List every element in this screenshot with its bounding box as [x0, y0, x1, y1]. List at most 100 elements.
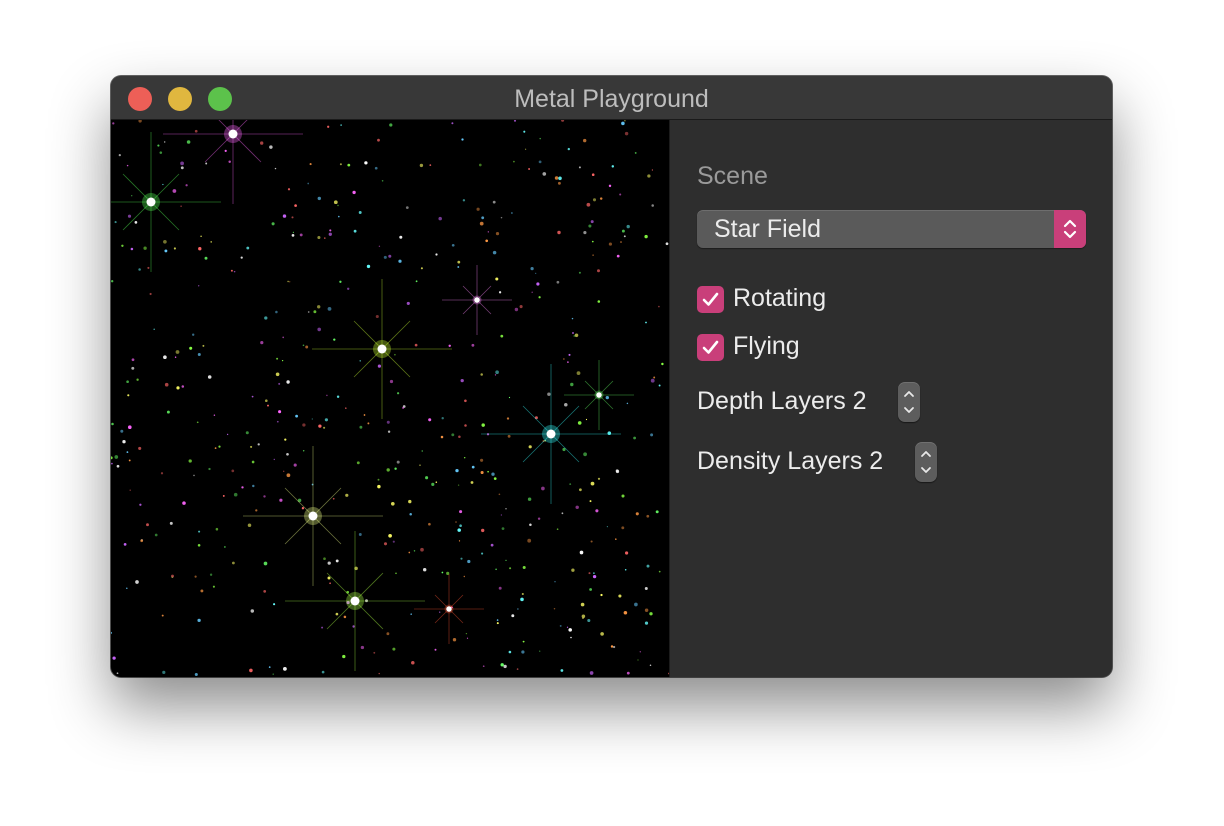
star	[574, 333, 579, 338]
star	[539, 137, 541, 140]
star	[224, 149, 227, 153]
star	[233, 492, 238, 497]
star	[495, 277, 499, 281]
star	[612, 645, 616, 649]
star	[509, 567, 512, 570]
star	[458, 435, 461, 438]
star	[204, 256, 208, 260]
star	[410, 613, 412, 615]
star	[389, 379, 394, 384]
star	[390, 501, 395, 506]
star	[192, 333, 195, 336]
star	[276, 357, 279, 360]
star	[621, 121, 625, 126]
star	[580, 602, 585, 607]
star	[511, 614, 515, 618]
star	[318, 424, 322, 428]
star	[335, 612, 339, 616]
star	[383, 255, 387, 259]
star	[130, 247, 134, 251]
bright-star	[414, 574, 484, 644]
star	[323, 557, 326, 561]
titlebar[interactable]: Metal Playground	[111, 76, 1112, 120]
star	[388, 533, 392, 538]
star	[620, 241, 622, 243]
star	[658, 384, 661, 387]
star	[495, 568, 497, 571]
star	[578, 271, 581, 274]
depth-layers-stepper[interactable]	[898, 382, 920, 422]
star	[394, 467, 397, 470]
star	[214, 447, 217, 449]
star	[633, 436, 637, 440]
star	[333, 338, 336, 341]
star	[650, 378, 655, 383]
star	[568, 628, 572, 632]
star	[506, 417, 510, 420]
star	[111, 422, 114, 426]
star	[505, 508, 507, 510]
star	[516, 668, 519, 670]
star	[294, 204, 297, 207]
star	[606, 526, 608, 528]
star	[307, 182, 310, 185]
star	[337, 204, 339, 207]
star	[399, 235, 403, 239]
app-window: Metal Playground Scene Star Field Rotati…	[111, 76, 1112, 677]
window-title: Metal Playground	[514, 85, 709, 113]
star	[579, 550, 584, 555]
star	[573, 335, 576, 337]
star	[328, 232, 332, 236]
star	[564, 403, 568, 407]
star	[251, 460, 255, 464]
star	[588, 224, 592, 228]
star	[586, 202, 591, 207]
star	[435, 481, 438, 483]
star	[317, 305, 321, 309]
checkbox-checked-icon[interactable]	[697, 334, 724, 361]
star	[481, 216, 485, 220]
star	[394, 353, 396, 356]
star	[455, 521, 457, 523]
star	[338, 215, 340, 218]
star	[570, 382, 574, 387]
star	[425, 476, 429, 480]
star	[278, 410, 282, 414]
scene-popup-button[interactable]: Star Field	[697, 210, 1086, 248]
density-layers-stepper[interactable]	[915, 442, 937, 482]
star	[524, 148, 527, 150]
star	[129, 489, 131, 491]
star	[498, 493, 501, 496]
star	[395, 572, 397, 575]
star	[317, 235, 321, 240]
star	[317, 327, 321, 332]
star	[537, 517, 541, 520]
star	[647, 174, 651, 178]
star	[527, 497, 532, 501]
rotating-label: Rotating	[733, 284, 827, 312]
star	[508, 650, 512, 654]
star	[116, 464, 120, 468]
star	[610, 645, 614, 648]
star	[415, 280, 418, 283]
star	[519, 305, 523, 309]
star	[505, 559, 507, 562]
star	[431, 482, 435, 486]
depth-layers-label: Depth Layers 2	[697, 387, 867, 415]
star	[327, 125, 330, 128]
star	[245, 431, 249, 435]
settings-sidebar: Scene Star Field Rotating Flying Depth L…	[669, 120, 1112, 677]
star	[637, 659, 639, 661]
star	[352, 190, 356, 195]
star	[460, 378, 464, 383]
metal-viewport[interactable]	[111, 120, 669, 677]
star	[435, 253, 438, 256]
checkbox-checked-icon[interactable]	[697, 286, 724, 313]
star	[295, 414, 298, 418]
star	[127, 425, 132, 430]
star	[563, 358, 565, 360]
star	[479, 221, 484, 226]
star	[402, 406, 405, 409]
star	[196, 421, 199, 424]
star	[577, 421, 582, 425]
